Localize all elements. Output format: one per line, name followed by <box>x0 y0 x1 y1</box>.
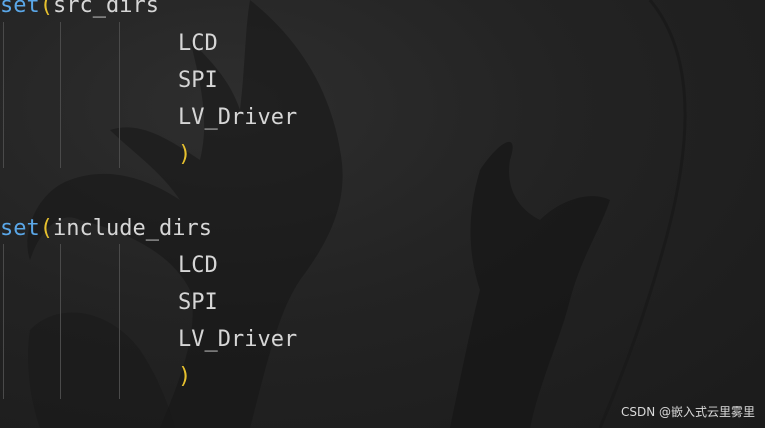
indent-guide <box>119 244 120 399</box>
dir-item: LCD <box>178 253 218 278</box>
code-line-item[interactable]: LV_Driver <box>178 103 297 133</box>
code-line-set-src-dirs[interactable]: set(src_dirs <box>0 0 159 21</box>
indent-guide <box>119 22 120 168</box>
set-keyword: set <box>0 216 40 241</box>
open-paren: ( <box>39 216 53 241</box>
code-line-item[interactable]: SPI <box>178 66 218 96</box>
variable-name: include_dirs <box>53 216 212 241</box>
dir-item: SPI <box>178 290 218 315</box>
dir-item: LV_Driver <box>178 105 298 130</box>
code-line-item[interactable]: LCD <box>178 29 218 59</box>
close-paren: ) <box>178 142 192 167</box>
dir-item: LV_Driver <box>178 327 298 352</box>
dir-item: LCD <box>178 31 218 56</box>
indent-guide <box>60 244 61 399</box>
code-line-set-include-dirs[interactable]: set(include_dirs <box>0 214 212 244</box>
tendril-line <box>598 0 687 428</box>
wing-shape <box>28 312 175 428</box>
open-paren: ( <box>39 0 53 18</box>
dir-item: SPI <box>178 68 218 93</box>
indent-guide <box>3 244 4 399</box>
code-line-close-paren[interactable]: ) <box>178 140 191 170</box>
variable-name: src_dirs <box>53 0 159 18</box>
set-keyword: set <box>0 0 40 18</box>
claw-silhouette <box>450 141 610 428</box>
indent-guide <box>60 22 61 168</box>
watermark-text: CSDN @嵌入式云里雾里 <box>620 405 755 419</box>
indent-guide <box>3 22 4 168</box>
code-line-close-paren[interactable]: ) <box>178 362 191 392</box>
code-line-item[interactable]: LV_Driver <box>178 325 297 355</box>
code-line-item[interactable]: SPI <box>178 288 218 318</box>
close-paren: ) <box>178 364 192 389</box>
code-line-item[interactable]: LCD <box>178 251 218 281</box>
code-editor: set(src_dirs LCD SPI LV_Driver ) set(inc… <box>0 0 765 428</box>
